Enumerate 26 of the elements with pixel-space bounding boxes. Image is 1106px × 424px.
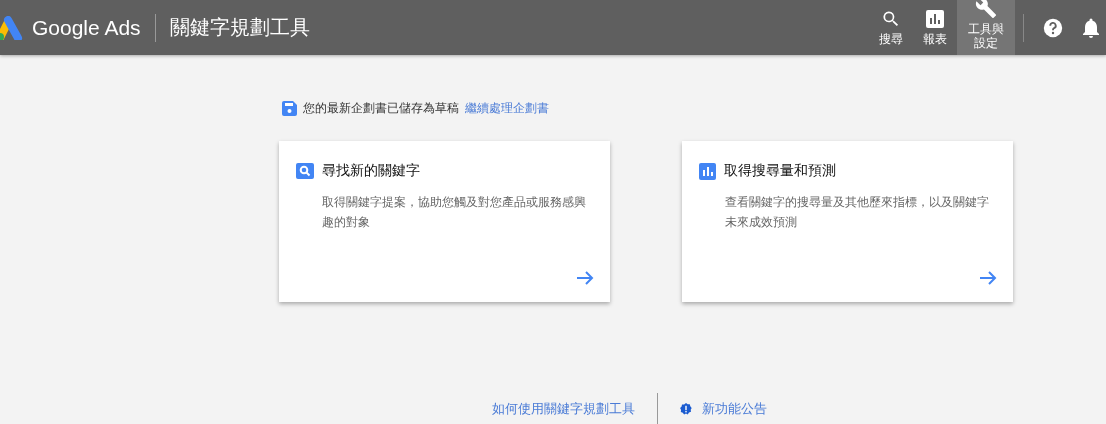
card-description: 查看關鍵字的搜尋量及其他歷來指標，以及關鍵字未來成效預測 [725,194,990,231]
bar-chart-icon [699,162,716,180]
product-name: Google Ads [32,15,141,40]
card-description: 取得關鍵字提案，協助您觸及對您產品或服務感興趣的對象 [322,194,587,231]
nav-item[interactable]: 搜尋 [869,0,913,55]
draft-notice: 您的最新企劃書已儲存為草稿 [303,99,459,117]
announcement-icon [680,403,692,415]
page-title: 關鍵字規劃工具 [169,15,310,40]
help-link[interactable]: 如何使用關鍵字規劃工具 [492,400,635,418]
option-card[interactable]: 取得搜尋量和預測 查看關鍵字的搜尋量及其他歷來指標，以及關鍵字未來成效預測 [682,141,1013,302]
save-icon [282,100,297,116]
notification-bell-icon[interactable] [1082,17,1100,38]
option-card[interactable]: 尋找新的關鍵字 取得關鍵字提案，協助您觸及對您產品或服務感興趣的對象 [279,141,610,302]
search-icon [881,9,901,29]
help-icon[interactable] [1042,16,1064,39]
arrow-right-icon[interactable] [576,270,594,286]
bar-chart-icon [925,9,945,29]
news-link[interactable]: 新功能公告 [680,400,767,418]
nav-item[interactable]: 報表 [913,0,957,55]
arrow-right-icon[interactable] [979,270,997,286]
card-title: 取得搜尋量和預測 [724,162,836,180]
card-title: 尋找新的關鍵字 [322,162,420,180]
continue-plan-link[interactable]: 繼續處理企劃書 [465,99,549,117]
search-icon [296,163,314,179]
wrench-icon [975,0,997,19]
nav-item[interactable]: 工具與設定 [957,0,1015,55]
